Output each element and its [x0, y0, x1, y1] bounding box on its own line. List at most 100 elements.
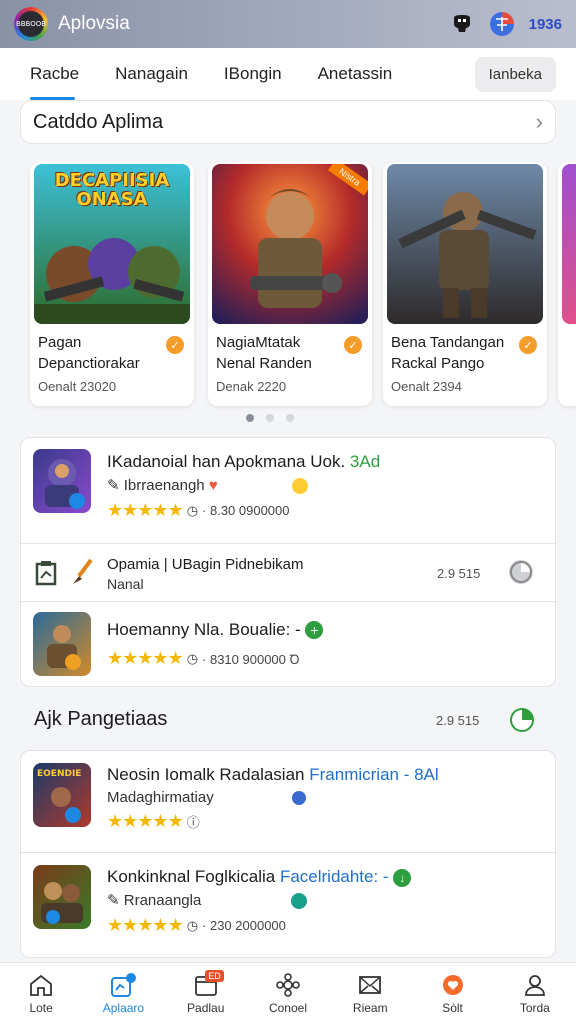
status-counter: 1936 [528, 15, 562, 33]
category-header[interactable]: Catddo Aplima › [20, 100, 556, 144]
nav-rieam[interactable]: Rieam [329, 963, 411, 1024]
nav-label: Rieam [352, 1001, 388, 1015]
app-developer: ✎ Ibrraenangh ♥ [107, 476, 308, 495]
app-list: EOENDIE Neosin Iomalk Radalasian Franmic… [20, 750, 556, 958]
card-subtitle: Nenal Randen [216, 355, 312, 372]
profile-icon[interactable] [449, 11, 475, 37]
add-icon: + [305, 621, 324, 639]
section-title: Ajk Pangetiaas [34, 708, 168, 730]
logo-mark: BBBOOB [16, 11, 46, 37]
verified-badge-icon: ✓ [166, 336, 184, 354]
info-circle-icon: ⓘ [186, 815, 200, 830]
card-date: Denak 2220 [216, 379, 287, 394]
list-item[interactable]: IKadanoial han Apokmana Uok. 3Ad ✎ Ibrra… [21, 438, 555, 544]
nav-aplaaro[interactable]: Aplaaro [82, 963, 164, 1024]
app-title: Neosin Iomalk Radalasian Franmicrian - 8… [107, 765, 439, 784]
app-subtitle: Madaghirmatiay [107, 789, 306, 806]
page-dot[interactable] [286, 414, 294, 422]
apps-icon [109, 972, 137, 998]
app-icon-label: EOENDIE [37, 769, 82, 779]
emoji-icon [291, 478, 308, 495]
nav-lote[interactable]: Lote [0, 963, 82, 1024]
carousel-pagination [0, 414, 558, 422]
home-icon [27, 972, 55, 998]
verified-badge-icon: ✓ [344, 336, 362, 354]
tab-bar: Racbe Nanagain IBongin Anetassin Ianbeka [0, 48, 576, 100]
app-rating-row: ★★★★★ ⓘ [107, 811, 200, 832]
nav-torda[interactable]: Torda [494, 963, 576, 1024]
app-title: Hoemanny Nla. Boualie: - + [107, 620, 324, 640]
app-meta: · 8310 900000 Ꝺ [202, 651, 300, 667]
rating-stars: ★★★★★ [107, 648, 184, 668]
app-title: IKadanoial han Apokmana Uok. 3Ad [107, 452, 381, 471]
update-icon: ↓ [393, 869, 412, 887]
app-title: Aplovsia [58, 13, 130, 34]
list-item[interactable]: EOENDIE Neosin Iomalk Radalasian Franmic… [21, 751, 555, 853]
language-icon[interactable] [489, 11, 515, 37]
list-item[interactable]: Hoemanny Nla. Boualie: - + ★★★★★ ◷ · 831… [21, 602, 555, 686]
featured-carousel[interactable]: DECAPIISIA ONASA Pagan Depanctiorakar Oe… [0, 162, 576, 412]
rating-stars: ★★★★★ [107, 811, 184, 831]
game-art-image: DECAPIISIA ONASA [34, 164, 190, 324]
featured-card-partial[interactable] [558, 162, 576, 406]
page-dot[interactable] [266, 414, 274, 422]
nav-solt[interactable]: Sòlt [411, 963, 493, 1024]
heart-icon [439, 972, 467, 998]
tab-ibongin[interactable]: IBongin [206, 48, 300, 100]
nav-label: Conoel [268, 1001, 307, 1015]
tab-racbe[interactable]: Racbe [12, 48, 97, 100]
nav-label: Aplaaro [102, 1001, 145, 1015]
card-subtitle: Depanctiorakar [38, 355, 140, 372]
info-icon [291, 791, 306, 806]
nav-label: Lote [29, 1001, 53, 1015]
verified-badge-icon: ✓ [519, 336, 537, 354]
featured-card[interactable]: Nistra NagiaMtatak Nenal Randen Denak 22… [208, 162, 372, 406]
nav-label: Sòlt [442, 1001, 463, 1015]
featured-card[interactable]: Bena Tandangan Rackal Pango Oenalt 2394 … [383, 162, 547, 406]
app-title: Opamia | UBagin Pidnebikam [107, 556, 304, 573]
app-icon [33, 449, 91, 513]
clock-icon: ◷ [186, 502, 199, 518]
clipboard-icon [33, 560, 59, 586]
app-size: 2.9 515 [437, 566, 481, 581]
clock-icon: ◷ [186, 650, 199, 666]
top-app-bar: BBBOOB Aplovsia 1936 [0, 0, 576, 48]
clock-icon: ◷ [186, 917, 199, 933]
bottom-navigation: Lote Aplaaro ED Padlau Conoel Rieam Sòlt [0, 962, 576, 1024]
tab-nanagain[interactable]: Nanagain [97, 48, 206, 100]
featured-card[interactable]: DECAPIISIA ONASA Pagan Depanctiorakar Oe… [30, 162, 194, 406]
app-logo[interactable]: BBBOOB [14, 7, 48, 41]
app-icon: EOENDIE [33, 763, 91, 827]
app-rating-row: ★★★★★ ◷ · 230 2000000 [107, 915, 286, 936]
card-subtitle: Rackal Pango [391, 355, 485, 372]
badge-icon [291, 893, 308, 910]
page-dot[interactable] [246, 414, 254, 422]
app-rating-row: ★★★★★ ◷ · 8310 900000 Ꝺ [107, 648, 300, 669]
app-rating-row: ★★★★★ ◷ · 8.30 0900000 [107, 500, 290, 521]
app-subtitle: Nanal [107, 576, 144, 592]
app-icon [33, 865, 91, 929]
app-title: Konkinknal Foglkicalia Facelridahte: - ↓ [107, 867, 412, 887]
list-item[interactable]: Konkinknal Foglkicalia Facelridahte: - ↓… [21, 853, 555, 957]
nav-badge: ED [205, 970, 224, 982]
chevron-right-icon: › [535, 109, 543, 134]
rating-stars: ★★★★★ [107, 500, 184, 520]
card-date: Oenalt 2394 [391, 379, 462, 394]
category-title: Catddo Aplima [33, 110, 164, 133]
game-art-image [562, 164, 576, 324]
app-list: IKadanoial han Apokmana Uok. 3Ad ✎ Ibrra… [20, 437, 556, 687]
tab-anetassin[interactable]: Anetassin [300, 48, 411, 100]
progress-pie-icon[interactable] [510, 708, 534, 732]
game-art-image: Nistra [212, 164, 368, 324]
list-item[interactable]: Opamia | UBagin Pidnebikam Nanal 2.9 515 [21, 544, 555, 602]
tab-action-button[interactable]: Ianbeka [474, 56, 556, 92]
download-progress-icon[interactable] [509, 560, 533, 584]
user-icon [521, 972, 549, 998]
card-title: Bena Tandangan [391, 334, 505, 351]
rating-stars: ★★★★★ [107, 915, 184, 935]
nav-label: Torda [519, 1001, 550, 1015]
nav-padlau[interactable]: ED Padlau [165, 963, 247, 1024]
mail-icon [356, 972, 384, 998]
network-icon [274, 972, 302, 998]
nav-conoel[interactable]: Conoel [247, 963, 329, 1024]
